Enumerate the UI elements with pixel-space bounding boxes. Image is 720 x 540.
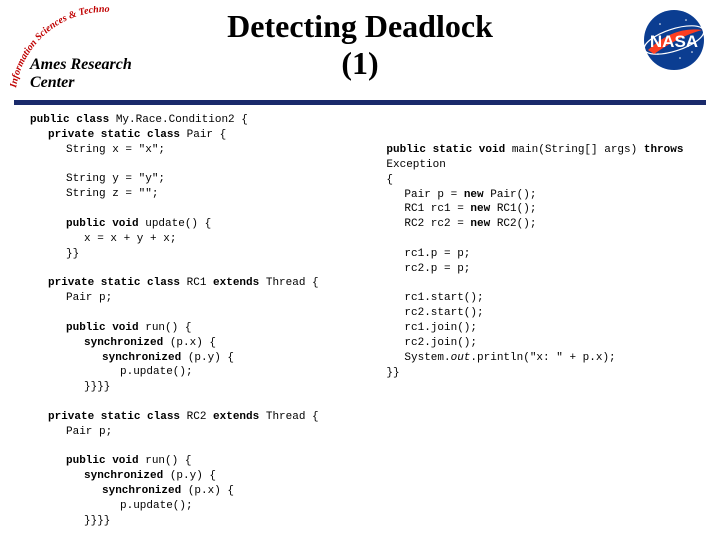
header-divider [14,100,706,105]
code-content: public class My.Race.Condition2 { privat… [0,113,720,529]
ames-text: Ames Research Center [30,56,170,92]
nasa-logo: NASA [640,6,708,74]
ames-logo: Information Sciences & Technology Ames R… [10,6,170,94]
svg-text:NASA: NASA [650,32,698,51]
slide-header: Information Sciences & Technology Ames R… [0,0,720,100]
code-column-left: public class My.Race.Condition2 { privat… [30,113,386,529]
code-column-right: public static void main(String[] args) t… [386,113,690,529]
